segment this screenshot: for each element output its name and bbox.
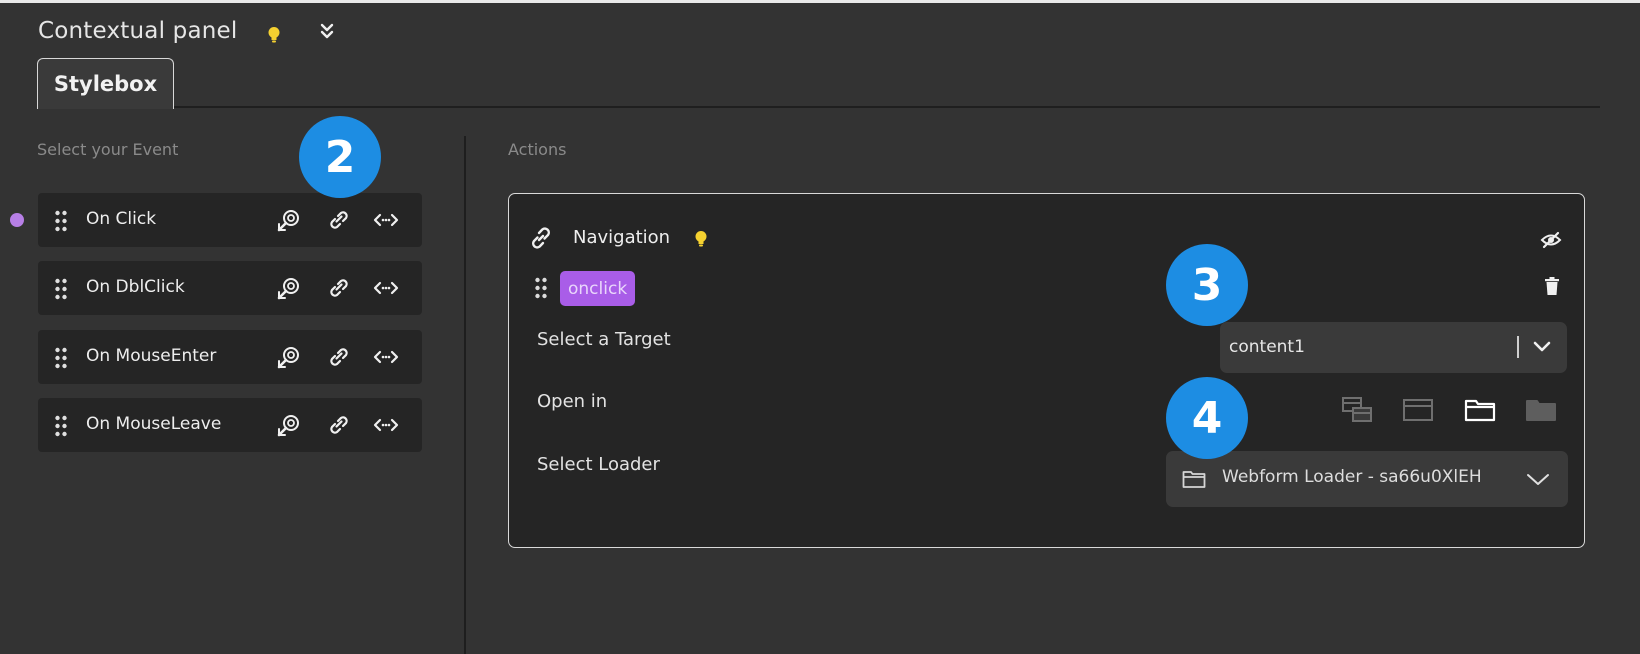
double-chevron-down-icon[interactable]	[318, 22, 336, 42]
drag-handle-icon[interactable]	[54, 210, 68, 232]
target-label: Select a Target	[537, 329, 671, 350]
tab-stylebox[interactable]: Stylebox	[37, 58, 174, 109]
step-badge-3: 3	[1166, 244, 1248, 326]
link-icon	[532, 227, 550, 249]
drag-handle-icon[interactable]	[54, 415, 68, 437]
window-top-border	[0, 0, 1640, 3]
frame-icon[interactable]	[1402, 396, 1434, 424]
event-label: On DblClick	[86, 277, 185, 297]
lightbulb-icon[interactable]	[694, 230, 708, 248]
actions-section-label: Actions	[508, 140, 567, 159]
link-icon[interactable]	[326, 208, 352, 232]
code-arrows-icon[interactable]	[373, 276, 399, 300]
event-row[interactable]: On DblClick	[38, 261, 422, 315]
step-badge-4: 4	[1166, 377, 1248, 459]
target-value: content1	[1229, 337, 1305, 357]
magic-select-icon[interactable]	[276, 276, 302, 300]
target-select[interactable]: content1	[1220, 322, 1567, 373]
event-label: On MouseLeave	[86, 414, 222, 434]
column-divider	[464, 136, 466, 654]
select-separator	[1517, 336, 1519, 358]
open-in-label: Open in	[537, 391, 608, 412]
active-event-indicator	[10, 213, 24, 227]
trash-icon[interactable]	[1544, 276, 1560, 296]
action-title: Navigation	[573, 227, 671, 248]
event-row[interactable]: On MouseLeave	[38, 398, 422, 452]
code-arrows-icon[interactable]	[373, 345, 399, 369]
code-arrows-icon[interactable]	[373, 413, 399, 437]
event-label: On Click	[86, 209, 157, 229]
chevron-down-icon[interactable]	[1526, 471, 1550, 487]
folder-filled-icon[interactable]	[1525, 396, 1557, 424]
link-icon[interactable]	[326, 276, 352, 300]
loader-value: Webform Loader - sa66u0XlEH	[1222, 467, 1482, 487]
loader-label: Select Loader	[537, 454, 660, 475]
event-tag: onclick	[560, 271, 636, 306]
popup-icon[interactable]	[1341, 396, 1373, 424]
event-label: On MouseEnter	[86, 346, 217, 366]
drag-handle-icon[interactable]	[54, 347, 68, 369]
magic-select-icon[interactable]	[276, 413, 302, 437]
code-arrows-icon[interactable]	[373, 208, 399, 232]
eye-slash-icon[interactable]	[1540, 230, 1562, 250]
lightbulb-icon[interactable]	[267, 26, 281, 44]
step-badge-2: 2	[299, 116, 381, 198]
folder-icon[interactable]	[1464, 396, 1496, 424]
event-row[interactable]: On MouseEnter	[38, 330, 422, 384]
chevron-down-icon[interactable]	[1532, 339, 1552, 355]
folder-icon	[1182, 471, 1206, 488]
event-row[interactable]: On Click	[38, 193, 422, 247]
loader-select[interactable]: Webform Loader - sa66u0XlEH	[1166, 451, 1568, 507]
magic-select-icon[interactable]	[276, 208, 302, 232]
navigation-action-card: Navigation onclick Select a Target conte…	[508, 193, 1585, 548]
link-icon[interactable]	[326, 413, 352, 437]
drag-handle-icon[interactable]	[54, 278, 68, 300]
panel-title: Contextual panel	[38, 18, 238, 44]
tab-divider	[174, 106, 1600, 108]
magic-select-icon[interactable]	[276, 345, 302, 369]
link-icon[interactable]	[326, 345, 352, 369]
events-section-label: Select your Event	[37, 140, 179, 159]
drag-handle-icon[interactable]	[534, 277, 548, 299]
